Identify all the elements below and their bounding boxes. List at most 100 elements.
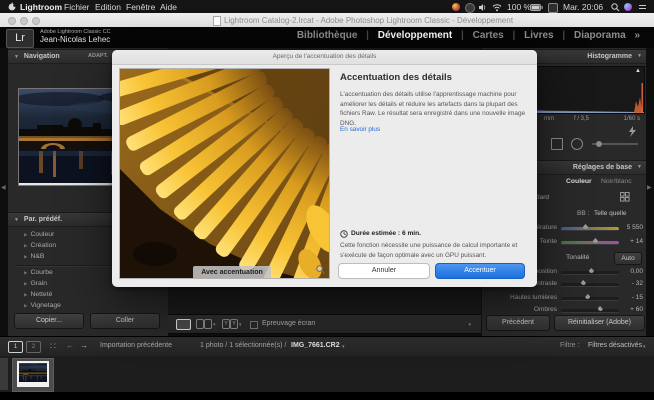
- flash-icon[interactable]: [629, 126, 636, 137]
- tint-slider[interactable]: [561, 241, 619, 245]
- filmstrip-toolbar: 1 2 ∷ ← → Importation précédente 1 photo…: [0, 336, 654, 358]
- filmstrip-filename[interactable]: IMG_7661.CR2: [291, 342, 340, 349]
- tint-label: Teinte: [540, 238, 557, 245]
- zoom-window-button[interactable]: [32, 17, 40, 25]
- preset-grain[interactable]: ▶Grain: [24, 280, 47, 287]
- input-source-icon[interactable]: [548, 3, 558, 13]
- module-cartes[interactable]: Cartes: [473, 30, 504, 41]
- notification-center-icon[interactable]: [638, 3, 647, 12]
- window-titlebar[interactable]: Lightroom Catalog-2.lrcat - Adobe Photos…: [0, 13, 654, 28]
- contrast-slider[interactable]: [561, 283, 619, 287]
- close-window-button[interactable]: [8, 17, 16, 25]
- shadows-value[interactable]: + 60: [630, 306, 643, 313]
- module-bibliotheque[interactable]: Bibliothèque: [297, 30, 358, 41]
- auto-tone-button[interactable]: Auto: [614, 252, 642, 265]
- filmstrip-source[interactable]: Importation précédente: [100, 342, 172, 349]
- chevron-down-icon[interactable]: ▾: [213, 322, 216, 328]
- temperature-slider[interactable]: [561, 227, 619, 231]
- status-app2-icon[interactable]: [465, 3, 475, 13]
- left-panel-collapse-icon[interactable]: ◀: [1, 184, 6, 191]
- highlights-value[interactable]: - 15: [632, 294, 643, 301]
- tint-value[interactable]: + 14: [630, 238, 643, 245]
- preset-vignetage[interactable]: ▶Vignetage: [24, 302, 61, 309]
- slider-knob[interactable]: [598, 306, 603, 311]
- minimize-window-button[interactable]: [20, 17, 28, 25]
- thumbnail-photo[interactable]: [19, 363, 47, 382]
- menu-fichier[interactable]: Fichier: [64, 2, 90, 12]
- before-after-right-icon[interactable]: [204, 319, 212, 329]
- menu-fenetre[interactable]: Fenêtre: [126, 2, 155, 12]
- grid-view-icon[interactable]: ∷: [50, 341, 56, 352]
- tab-couleur[interactable]: Couleur: [566, 178, 592, 185]
- slider-knob[interactable]: [589, 268, 594, 273]
- magnifier-icon[interactable]: [316, 265, 325, 274]
- module-overflow-chevron[interactable]: »: [634, 30, 640, 41]
- second-window-icon[interactable]: 2: [26, 341, 41, 353]
- split-view-left-icon[interactable]: Y: [222, 319, 230, 329]
- menu-aide[interactable]: Aide: [160, 2, 177, 12]
- menu-edition[interactable]: Edition: [95, 2, 121, 12]
- dialog-title[interactable]: Aperçu de l'accentuation des détails: [112, 50, 537, 65]
- menu-app-name[interactable]: Lightroom: [20, 2, 62, 12]
- exposure-value[interactable]: 0,00: [630, 268, 643, 275]
- menubar-clock[interactable]: Mar. 20:06: [563, 2, 603, 12]
- chevron-right-icon: ▶: [24, 243, 27, 248]
- profile-browser-grid-icon[interactable]: [620, 192, 630, 202]
- siri-icon[interactable]: [624, 3, 632, 11]
- chevron-down-icon[interactable]: ▾: [239, 322, 242, 328]
- right-panel-collapse-icon[interactable]: ▶: [647, 184, 652, 191]
- soft-proof-checkbox[interactable]: [250, 321, 258, 329]
- previous-photo-arrow-icon[interactable]: ←: [66, 341, 74, 350]
- tool-slider-knob[interactable]: [596, 141, 602, 147]
- copy-settings-button[interactable]: Copier...: [14, 313, 84, 329]
- apple-menu-icon[interactable]: [8, 2, 16, 11]
- highlight-clipping-icon[interactable]: ▲: [635, 68, 641, 74]
- module-diaporama[interactable]: Diaporama: [574, 30, 626, 41]
- volume-icon[interactable]: [479, 3, 488, 12]
- chevron-down-icon[interactable]: ▾: [643, 344, 646, 350]
- loupe-view-icon[interactable]: [176, 319, 191, 330]
- module-livres[interactable]: Livres: [524, 30, 553, 41]
- contrast-value[interactable]: - 32: [632, 280, 643, 287]
- enhance-preview[interactable]: Avec accentuation: [119, 68, 330, 279]
- module-developpement[interactable]: Développement: [378, 30, 452, 41]
- enhance-button[interactable]: Accentuer: [435, 263, 525, 279]
- preset-couleur[interactable]: ▶Couleur: [24, 231, 54, 238]
- next-photo-arrow-icon[interactable]: →: [80, 341, 88, 350]
- tab-noir-blanc[interactable]: Noir/blanc: [601, 178, 632, 185]
- split-view-right-icon[interactable]: Y: [230, 319, 238, 329]
- paste-settings-button[interactable]: Coller: [90, 313, 160, 329]
- reset-adobe-button[interactable]: Réinitialiser (Adobe): [554, 315, 645, 331]
- exposure-slider[interactable]: [561, 271, 619, 275]
- slider-knob[interactable]: [585, 294, 590, 299]
- status-app-icon[interactable]: [452, 3, 460, 11]
- cancel-button[interactable]: Annuler: [338, 263, 430, 279]
- learn-more-link[interactable]: En savoir plus: [340, 126, 380, 133]
- slider-knob[interactable]: [593, 238, 598, 243]
- spotlight-icon[interactable]: [611, 3, 620, 12]
- chevron-right-icon: ▶: [24, 232, 27, 237]
- soft-proof-label[interactable]: Epreuvage écran: [262, 320, 315, 327]
- slider-knob[interactable]: [583, 224, 588, 229]
- chevron-down-icon[interactable]: ▾: [342, 344, 345, 350]
- highlights-slider[interactable]: [561, 297, 619, 301]
- before-after-left-icon[interactable]: [196, 319, 204, 329]
- wifi-icon[interactable]: [492, 3, 502, 12]
- preset-nb[interactable]: ▶N&B: [24, 253, 44, 260]
- filter-dropdown[interactable]: Filtres désactivés: [588, 342, 642, 349]
- previous-button[interactable]: Précédent: [486, 315, 550, 331]
- preset-courbe[interactable]: ▶Courbe: [24, 269, 53, 276]
- temperature-value[interactable]: 5 550: [627, 224, 643, 231]
- crop-tool-icon[interactable]: [551, 138, 563, 150]
- preset-nettete[interactable]: ▶Netteté: [24, 291, 52, 298]
- toolbar-options-chevron[interactable]: ▾: [468, 322, 471, 328]
- nav-zoom-adapt[interactable]: ADAPT.: [88, 50, 108, 63]
- shadows-slider[interactable]: [561, 309, 619, 313]
- main-window-icon[interactable]: 1: [8, 341, 23, 353]
- wb-value[interactable]: Telle quelle: [594, 210, 627, 217]
- spot-removal-icon[interactable]: [571, 138, 583, 150]
- filmstrip-selected-cell[interactable]: [12, 358, 54, 392]
- slider-knob[interactable]: [581, 280, 586, 285]
- preset-creation[interactable]: ▶Création: [24, 242, 56, 249]
- dialog-body-text: L'accentuation des détails utilise l'app…: [340, 90, 526, 128]
